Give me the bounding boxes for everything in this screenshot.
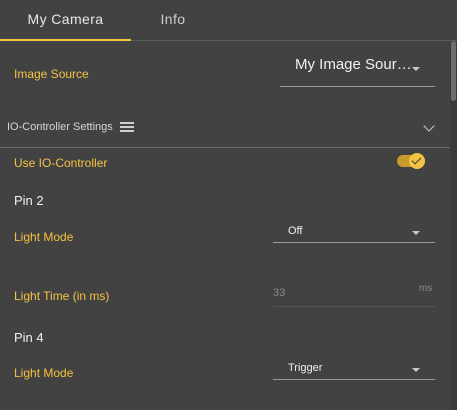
light-time-unit: ms bbox=[419, 283, 433, 294]
image-source-label: Image Source bbox=[14, 67, 89, 81]
check-icon bbox=[411, 154, 422, 165]
pin-2-light-time-label: Light Time (in ms) bbox=[14, 289, 110, 303]
pin-2-light-time-input[interactable] bbox=[273, 285, 403, 301]
tab-my-camera[interactable]: My Camera bbox=[0, 0, 131, 40]
vertical-scrollbar[interactable] bbox=[450, 41, 457, 410]
scrollbar-thumb[interactable] bbox=[451, 41, 456, 101]
chevron-down-icon[interactable] bbox=[423, 120, 435, 132]
list-icon bbox=[120, 122, 134, 133]
io-controller-section-header[interactable]: IO-Controller Settings bbox=[0, 109, 450, 148]
dropdown-arrow-icon bbox=[412, 67, 420, 71]
use-io-controller-label: Use IO-Controller bbox=[14, 156, 108, 170]
use-io-controller-toggle[interactable] bbox=[397, 153, 425, 169]
pin-4-light-mode-value: Trigger bbox=[288, 362, 323, 374]
camera-settings-panel: My Camera Info Image Source My Image Sou… bbox=[0, 0, 457, 410]
dropdown-arrow-icon bbox=[412, 231, 420, 235]
settings-content: Image Source My Image Sour… IO-Controlle… bbox=[0, 41, 450, 410]
pin-2-light-time-field[interactable]: ms bbox=[273, 279, 435, 307]
pin-2-light-mode-label: Light Mode bbox=[14, 230, 74, 244]
pin-4-light-mode-label: Light Mode bbox=[14, 366, 74, 380]
image-source-value: My Image Sour… bbox=[295, 56, 412, 73]
pin-2-light-mode-select[interactable]: Off bbox=[273, 222, 435, 243]
pin-4-heading: Pin 4 bbox=[14, 330, 44, 345]
image-source-select[interactable]: My Image Sour… bbox=[280, 53, 435, 87]
tab-bar: My Camera Info bbox=[0, 0, 457, 41]
pin-2-light-mode-value: Off bbox=[288, 225, 303, 237]
io-controller-section-title: IO-Controller Settings bbox=[7, 121, 113, 133]
dropdown-arrow-icon bbox=[412, 368, 420, 372]
toggle-thumb bbox=[409, 153, 425, 169]
pin-2-heading: Pin 2 bbox=[14, 193, 44, 208]
pin-4-light-mode-select[interactable]: Trigger bbox=[273, 359, 435, 380]
tab-info[interactable]: Info bbox=[131, 0, 215, 40]
